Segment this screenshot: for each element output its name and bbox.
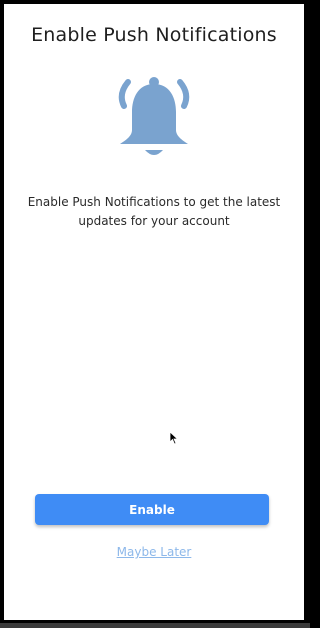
device-frame: Enable Push Notifications Enable Push No…: [0, 0, 310, 628]
mouse-cursor-icon: [169, 431, 179, 445]
bell-icon: [118, 77, 190, 155]
notification-permission-screen: Enable Push Notifications Enable Push No…: [4, 4, 304, 620]
enable-button[interactable]: Enable: [35, 494, 269, 525]
page-title: Enable Push Notifications: [31, 24, 277, 46]
description-text: Enable Push Notifications to get the lat…: [27, 195, 281, 228]
frame-bottom-edge: [0, 623, 310, 628]
maybe-later-link[interactable]: Maybe Later: [4, 545, 304, 559]
